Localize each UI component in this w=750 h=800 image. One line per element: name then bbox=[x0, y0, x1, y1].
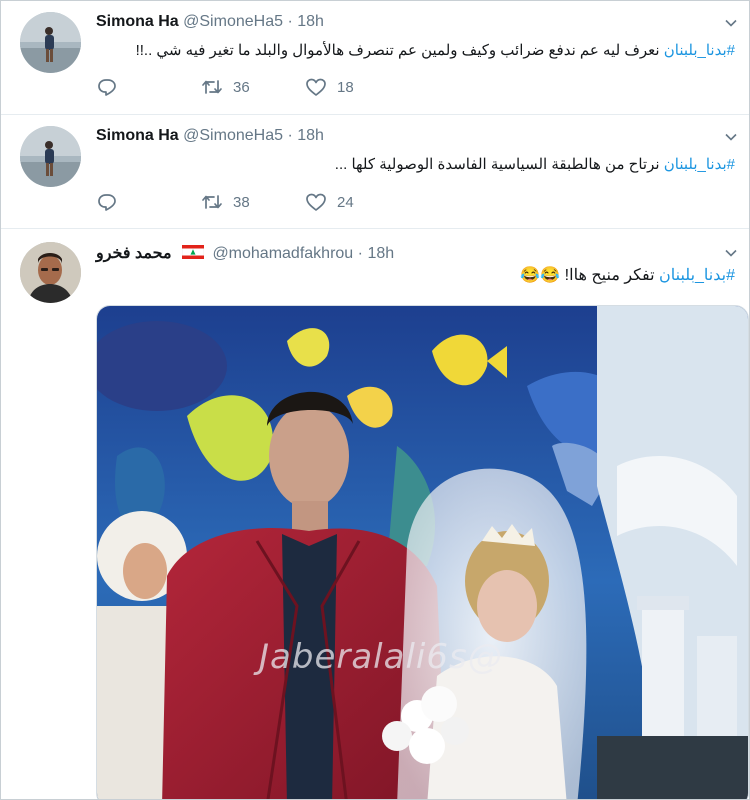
heart-icon bbox=[306, 78, 326, 96]
tweet[interactable]: Simona Ha @SimoneHa5 · 18h #بدنا_بلبنان … bbox=[1, 1, 749, 115]
timestamp[interactable]: 18h bbox=[297, 13, 324, 30]
timestamp[interactable]: 18h bbox=[297, 127, 324, 144]
chevron-down-icon[interactable] bbox=[725, 131, 737, 143]
tweet-header: محمد فخرو @mohamadfakhrou · 18h bbox=[96, 243, 394, 263]
author-handle[interactable]: @SimoneHa5 bbox=[183, 13, 283, 30]
retweet-icon bbox=[202, 195, 222, 209]
like-count: 18 bbox=[337, 78, 354, 96]
like-count: 24 bbox=[337, 193, 354, 211]
tweet-text: #بدنا_بلبنان نعرف ليه عم ندفع ضرائب وكيف… bbox=[136, 41, 735, 59]
like-button[interactable]: 24 bbox=[305, 192, 354, 212]
hashtag-link[interactable]: #بدنا_بلبنان bbox=[664, 156, 735, 173]
reply-button[interactable] bbox=[97, 192, 127, 212]
tweet-text: #بدنا_بلبنان تفكر منيح هاا! 😂😂 bbox=[520, 265, 735, 285]
separator-dot: · bbox=[287, 13, 293, 30]
tweet-actions: 38 24 bbox=[97, 192, 397, 214]
chevron-down-icon[interactable] bbox=[725, 17, 737, 29]
tweet-text: #بدنا_بلبنان نرتاح من هالطبقة السياسية ا… bbox=[335, 155, 735, 173]
retweet-count: 36 bbox=[233, 78, 250, 96]
author-name[interactable]: Simona Ha bbox=[96, 13, 179, 30]
reply-icon bbox=[98, 79, 116, 96]
separator-dot: · bbox=[287, 127, 293, 144]
retweet-count: 38 bbox=[233, 193, 250, 211]
lebanon-flag-icon bbox=[181, 245, 204, 259]
retweet-button[interactable]: 36 bbox=[201, 77, 250, 97]
author-handle[interactable]: @SimoneHa5 bbox=[183, 127, 283, 144]
tweet-media-video[interactable] bbox=[96, 305, 749, 799]
author-handle[interactable]: @mohamadfakhrou bbox=[212, 245, 353, 262]
avatar[interactable] bbox=[20, 126, 81, 187]
separator-dot: · bbox=[357, 245, 363, 262]
tweet-actions: 36 18 bbox=[97, 77, 397, 99]
chevron-down-icon[interactable] bbox=[725, 247, 737, 259]
reply-icon bbox=[98, 194, 116, 211]
author-name[interactable]: Simona Ha bbox=[96, 127, 179, 144]
retweet-button[interactable]: 38 bbox=[201, 192, 250, 212]
avatar-image bbox=[20, 242, 81, 303]
like-button[interactable]: 18 bbox=[305, 77, 354, 97]
timeline: Simona Ha @SimoneHa5 · 18h #بدنا_بلبنان … bbox=[0, 0, 750, 800]
avatar[interactable] bbox=[20, 12, 81, 73]
tweet-header: Simona Ha @SimoneHa5 · 18h bbox=[96, 13, 324, 31]
video-frame bbox=[97, 306, 748, 799]
avatar[interactable] bbox=[20, 242, 81, 303]
heart-icon bbox=[306, 193, 326, 211]
tweet-body: تفكر منيح هاا! 😂😂 bbox=[520, 267, 659, 284]
tweet[interactable]: Simona Ha @SimoneHa5 · 18h #بدنا_بلبنان … bbox=[1, 115, 749, 229]
timestamp[interactable]: 18h bbox=[367, 245, 394, 262]
hashtag-link[interactable]: #بدنا_بلبنان bbox=[659, 267, 735, 284]
avatar-image bbox=[20, 12, 81, 73]
tweet-body: نرتاح من هالطبقة السياسية الفاسدة الوصول… bbox=[334, 156, 664, 173]
retweet-icon bbox=[202, 80, 222, 94]
tweet-body: نعرف ليه عم ندفع ضرائب وكيف ولمين عم تنص… bbox=[135, 42, 664, 59]
video-watermark: Jaberalali6s@ bbox=[259, 637, 503, 677]
tweet-header: Simona Ha @SimoneHa5 · 18h bbox=[96, 127, 324, 145]
hashtag-link[interactable]: #بدنا_بلبنان bbox=[664, 42, 735, 59]
author-name[interactable]: محمد فخرو bbox=[96, 245, 172, 262]
avatar-image bbox=[20, 126, 81, 187]
reply-button[interactable] bbox=[97, 77, 127, 97]
